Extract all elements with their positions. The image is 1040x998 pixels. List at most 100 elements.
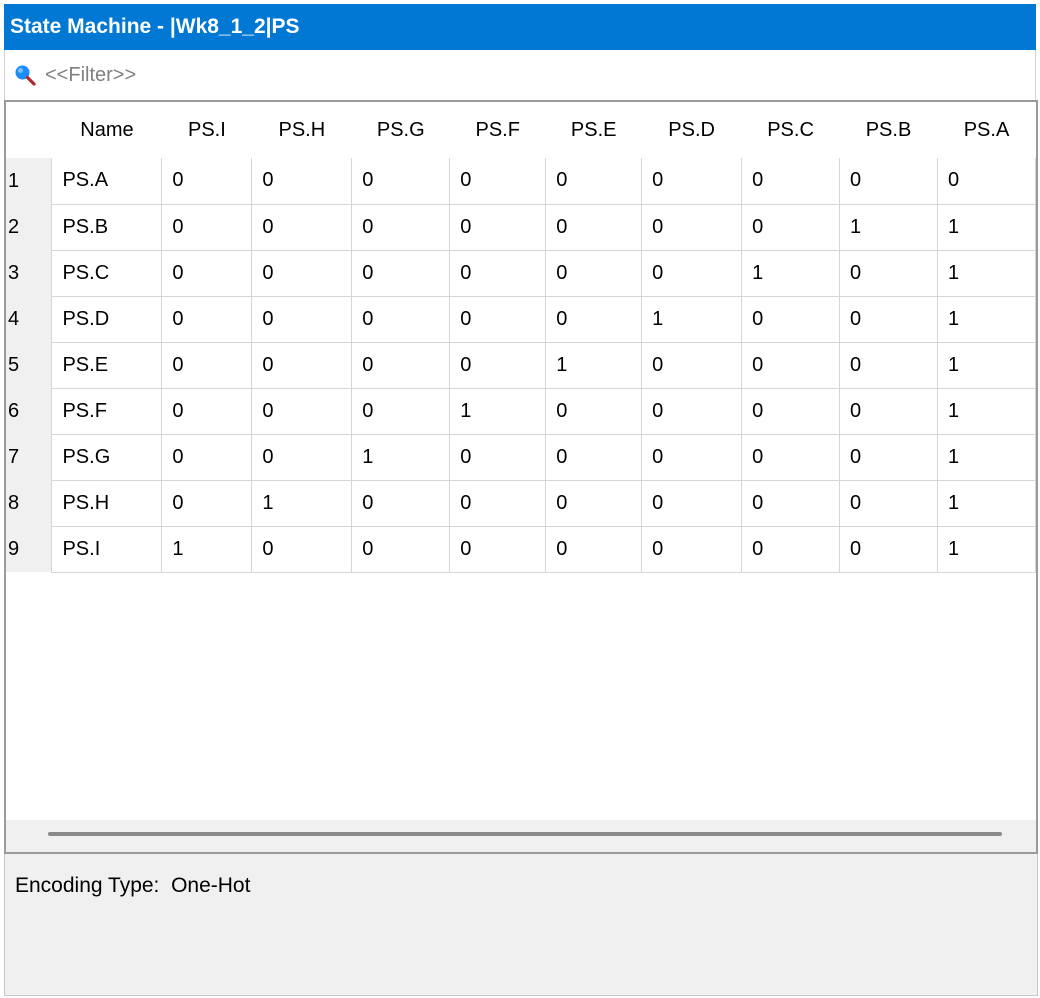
encoding-bit-cell[interactable]: 0 (641, 158, 743, 205)
encoding-bit-cell[interactable]: 0 (545, 526, 643, 573)
encoding-bit-cell[interactable]: 0 (161, 434, 253, 481)
encoding-bit-cell[interactable]: 0 (641, 250, 743, 297)
encoding-bit-cell[interactable]: 0 (449, 158, 547, 205)
encoding-bit-cell[interactable]: 0 (449, 526, 547, 573)
encoding-bit-cell[interactable]: 0 (545, 388, 643, 435)
table-row[interactable]: 5 PS.E 0 0 0 0 1 0 0 0 1 (6, 342, 1036, 389)
encoding-bit-cell[interactable]: 0 (351, 250, 451, 297)
encoding-bit-cell[interactable]: 0 (161, 296, 253, 343)
encoding-bit-cell[interactable]: 0 (251, 434, 353, 481)
encoding-bit-cell[interactable]: 0 (161, 204, 253, 251)
column-header[interactable]: PS.F (450, 102, 546, 158)
encoding-bit-cell[interactable]: 1 (839, 204, 938, 251)
search-icon[interactable] (13, 63, 37, 87)
encoding-bit-cell[interactable]: 0 (161, 388, 253, 435)
encoding-bit-cell[interactable]: 0 (351, 342, 451, 389)
encoding-bit-cell[interactable]: 1 (937, 296, 1036, 343)
encoding-bit-cell[interactable]: 0 (741, 434, 841, 481)
encoding-bit-cell[interactable]: 1 (641, 296, 743, 343)
encoding-bit-cell[interactable]: 1 (351, 434, 451, 481)
state-name-cell[interactable]: PS.F (51, 388, 163, 435)
encoding-bit-cell[interactable]: 0 (251, 342, 353, 389)
state-name-cell[interactable]: PS.D (51, 296, 163, 343)
table-row[interactable]: 7 PS.G 0 0 1 0 0 0 0 0 1 (6, 434, 1036, 481)
encoding-bit-cell[interactable]: 0 (449, 204, 547, 251)
encoding-bit-cell[interactable]: 0 (449, 342, 547, 389)
encoding-bit-cell[interactable]: 0 (545, 250, 643, 297)
encoding-bit-cell[interactable]: 0 (161, 158, 253, 205)
encoding-bit-cell[interactable]: 0 (641, 388, 743, 435)
encoding-bit-cell[interactable]: 0 (641, 434, 743, 481)
encoding-bit-cell[interactable]: 0 (351, 526, 451, 573)
encoding-bit-cell[interactable]: 0 (449, 434, 547, 481)
encoding-bit-cell[interactable]: 0 (937, 158, 1036, 205)
encoding-bit-cell[interactable]: 0 (741, 204, 841, 251)
encoding-bit-cell[interactable]: 0 (351, 296, 451, 343)
state-name-cell[interactable]: PS.C (51, 250, 163, 297)
encoding-bit-cell[interactable]: 0 (741, 296, 841, 343)
encoding-bit-cell[interactable]: 0 (449, 296, 547, 343)
state-name-cell[interactable]: PS.G (51, 434, 163, 481)
encoding-bit-cell[interactable]: 0 (449, 250, 547, 297)
table-row[interactable]: 4 PS.D 0 0 0 0 0 1 0 0 1 (6, 296, 1036, 343)
encoding-bit-cell[interactable]: 0 (641, 204, 743, 251)
table-row[interactable]: 2 PS.B 0 0 0 0 0 0 0 1 1 (6, 204, 1036, 251)
column-header[interactable]: PS.B (840, 102, 938, 158)
encoding-bit-cell[interactable]: 0 (741, 480, 841, 527)
column-header[interactable]: PS.E (546, 102, 642, 158)
table-row[interactable]: 9 PS.I 1 0 0 0 0 0 0 0 1 (6, 526, 1036, 573)
encoding-bit-cell[interactable]: 0 (839, 434, 938, 481)
state-name-cell[interactable]: PS.H (51, 480, 163, 527)
encoding-bit-cell[interactable]: 1 (937, 342, 1036, 389)
encoding-bit-cell[interactable]: 0 (449, 480, 547, 527)
encoding-bit-cell[interactable]: 0 (839, 388, 938, 435)
encoding-bit-cell[interactable]: 1 (251, 480, 353, 527)
table-row[interactable]: 3 PS.C 0 0 0 0 0 0 1 0 1 (6, 250, 1036, 297)
encoding-bit-cell[interactable]: 0 (741, 388, 841, 435)
encoding-bit-cell[interactable]: 0 (251, 158, 353, 205)
encoding-bit-cell[interactable]: 1 (449, 388, 547, 435)
encoding-bit-cell[interactable]: 0 (545, 480, 643, 527)
state-name-cell[interactable]: PS.E (51, 342, 163, 389)
encoding-bit-cell[interactable]: 0 (839, 342, 938, 389)
encoding-bit-cell[interactable]: 0 (741, 342, 841, 389)
encoding-bit-cell[interactable]: 0 (839, 296, 938, 343)
encoding-bit-cell[interactable]: 1 (937, 480, 1036, 527)
encoding-bit-cell[interactable]: 0 (351, 480, 451, 527)
encoding-bit-cell[interactable]: 0 (351, 388, 451, 435)
column-header-name[interactable]: Name (52, 102, 162, 158)
state-name-cell[interactable]: PS.B (51, 204, 163, 251)
state-name-cell[interactable]: PS.A (51, 158, 163, 205)
encoding-bit-cell[interactable]: 1 (545, 342, 643, 389)
encoding-bit-cell[interactable]: 0 (351, 158, 451, 205)
encoding-bit-cell[interactable]: 0 (251, 526, 353, 573)
column-header[interactable]: PS.A (937, 102, 1035, 158)
encoding-bit-cell[interactable]: 0 (545, 158, 643, 205)
encoding-bit-cell[interactable]: 1 (937, 204, 1036, 251)
encoding-bit-cell[interactable]: 0 (161, 342, 253, 389)
encoding-bit-cell[interactable]: 1 (937, 526, 1036, 573)
encoding-bit-cell[interactable]: 0 (161, 480, 253, 527)
encoding-bit-cell[interactable]: 0 (251, 204, 353, 251)
table-row[interactable]: 1 PS.A 0 0 0 0 0 0 0 0 0 (6, 158, 1036, 205)
encoding-bit-cell[interactable]: 0 (641, 480, 743, 527)
encoding-bit-cell[interactable]: 0 (839, 526, 938, 573)
column-header[interactable]: PS.I (162, 102, 252, 158)
encoding-bit-cell[interactable]: 1 (741, 250, 841, 297)
filter-input[interactable] (45, 60, 1005, 90)
encoding-bit-cell[interactable]: 0 (741, 158, 841, 205)
table-row[interactable]: 8 PS.H 0 1 0 0 0 0 0 0 1 (6, 480, 1036, 527)
horizontal-scrollbar[interactable] (6, 820, 1036, 852)
encoding-bit-cell[interactable]: 0 (161, 250, 253, 297)
encoding-bit-cell[interactable]: 0 (545, 204, 643, 251)
encoding-bit-cell[interactable]: 1 (937, 388, 1036, 435)
encoding-bit-cell[interactable]: 0 (351, 204, 451, 251)
encoding-bit-cell[interactable]: 0 (641, 342, 743, 389)
encoding-bit-cell[interactable]: 1 (161, 526, 253, 573)
encoding-bit-cell[interactable]: 0 (545, 434, 643, 481)
encoding-bit-cell[interactable]: 0 (741, 526, 841, 573)
encoding-bit-cell[interactable]: 0 (545, 296, 643, 343)
scrollbar-thumb[interactable] (48, 832, 1002, 836)
encoding-bit-cell[interactable]: 0 (641, 526, 743, 573)
encoding-bit-cell[interactable]: 0 (251, 388, 353, 435)
